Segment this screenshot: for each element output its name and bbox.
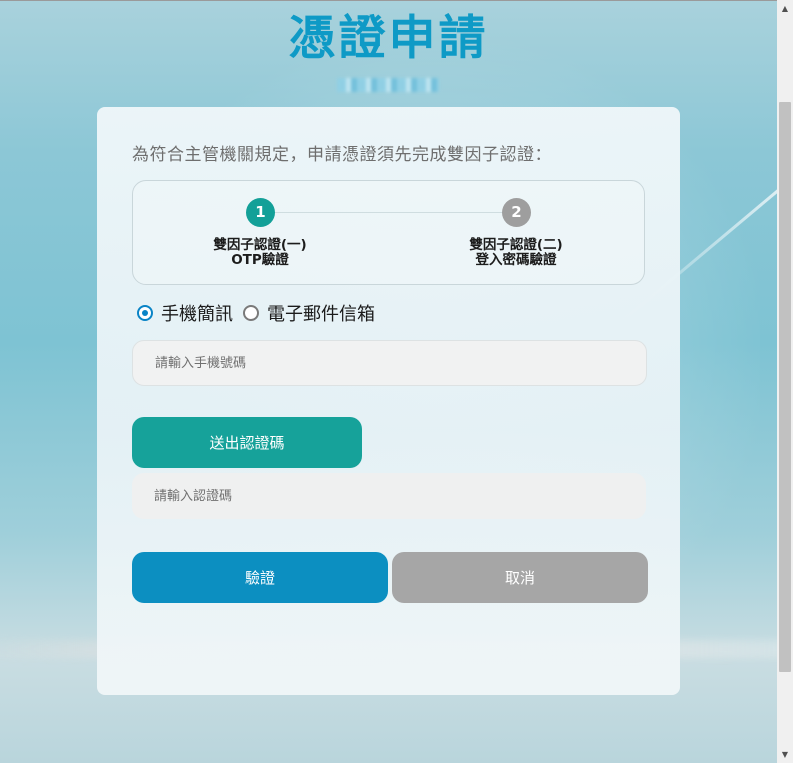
step-2-subtitle: 登入密碼驗證 xyxy=(475,252,557,268)
window-top-border xyxy=(0,0,777,1)
step-connector-line xyxy=(263,212,517,213)
application-card: 為符合主管機關規定，申請憑證須先完成雙因子認證： 1 2 雙因子認證(一) OT… xyxy=(97,107,680,695)
intro-text: 為符合主管機關規定，申請憑證須先完成雙因子認證： xyxy=(132,145,552,165)
step-2-title: 雙因子認證(二) xyxy=(469,237,563,253)
radio-sms[interactable] xyxy=(137,305,153,321)
arrow-down-icon[interactable]: ▼ xyxy=(777,746,793,763)
page-title: 憑證申請 xyxy=(288,11,489,66)
step-2-circle: 2 xyxy=(502,198,531,227)
step-1-subtitle: OTP驗證 xyxy=(231,252,289,268)
send-code-button[interactable]: 送出認證碼 xyxy=(132,417,362,468)
step-1-label: 雙因子認證(一) OTP驗證 xyxy=(180,238,340,268)
scrollbar-thumb[interactable] xyxy=(779,102,791,672)
verify-button[interactable]: 驗證 xyxy=(132,552,388,603)
arrow-up-icon[interactable]: ▲ xyxy=(777,0,793,17)
radio-sms-label[interactable]: 手機簡訊 xyxy=(161,300,233,326)
phone-number-input[interactable] xyxy=(132,340,647,386)
redacted-subtitle xyxy=(337,78,439,92)
step-2-label: 雙因子認證(二) 登入密碼驗證 xyxy=(436,238,596,268)
two-factor-stepper: 1 2 雙因子認證(一) OTP驗證 雙因子認證(二) 登入密碼驗證 xyxy=(132,180,645,285)
vertical-scrollbar[interactable]: ▲ ▼ xyxy=(777,0,793,763)
radio-email[interactable] xyxy=(243,305,259,321)
radio-email-label[interactable]: 電子郵件信箱 xyxy=(267,300,375,326)
verification-code-input[interactable] xyxy=(132,473,646,519)
step-1-circle: 1 xyxy=(246,198,275,227)
cancel-button[interactable]: 取消 xyxy=(392,552,648,603)
verification-method-group: 手機簡訊 電子郵件信箱 xyxy=(137,300,385,326)
step-1-title: 雙因子認證(一) xyxy=(213,237,307,253)
